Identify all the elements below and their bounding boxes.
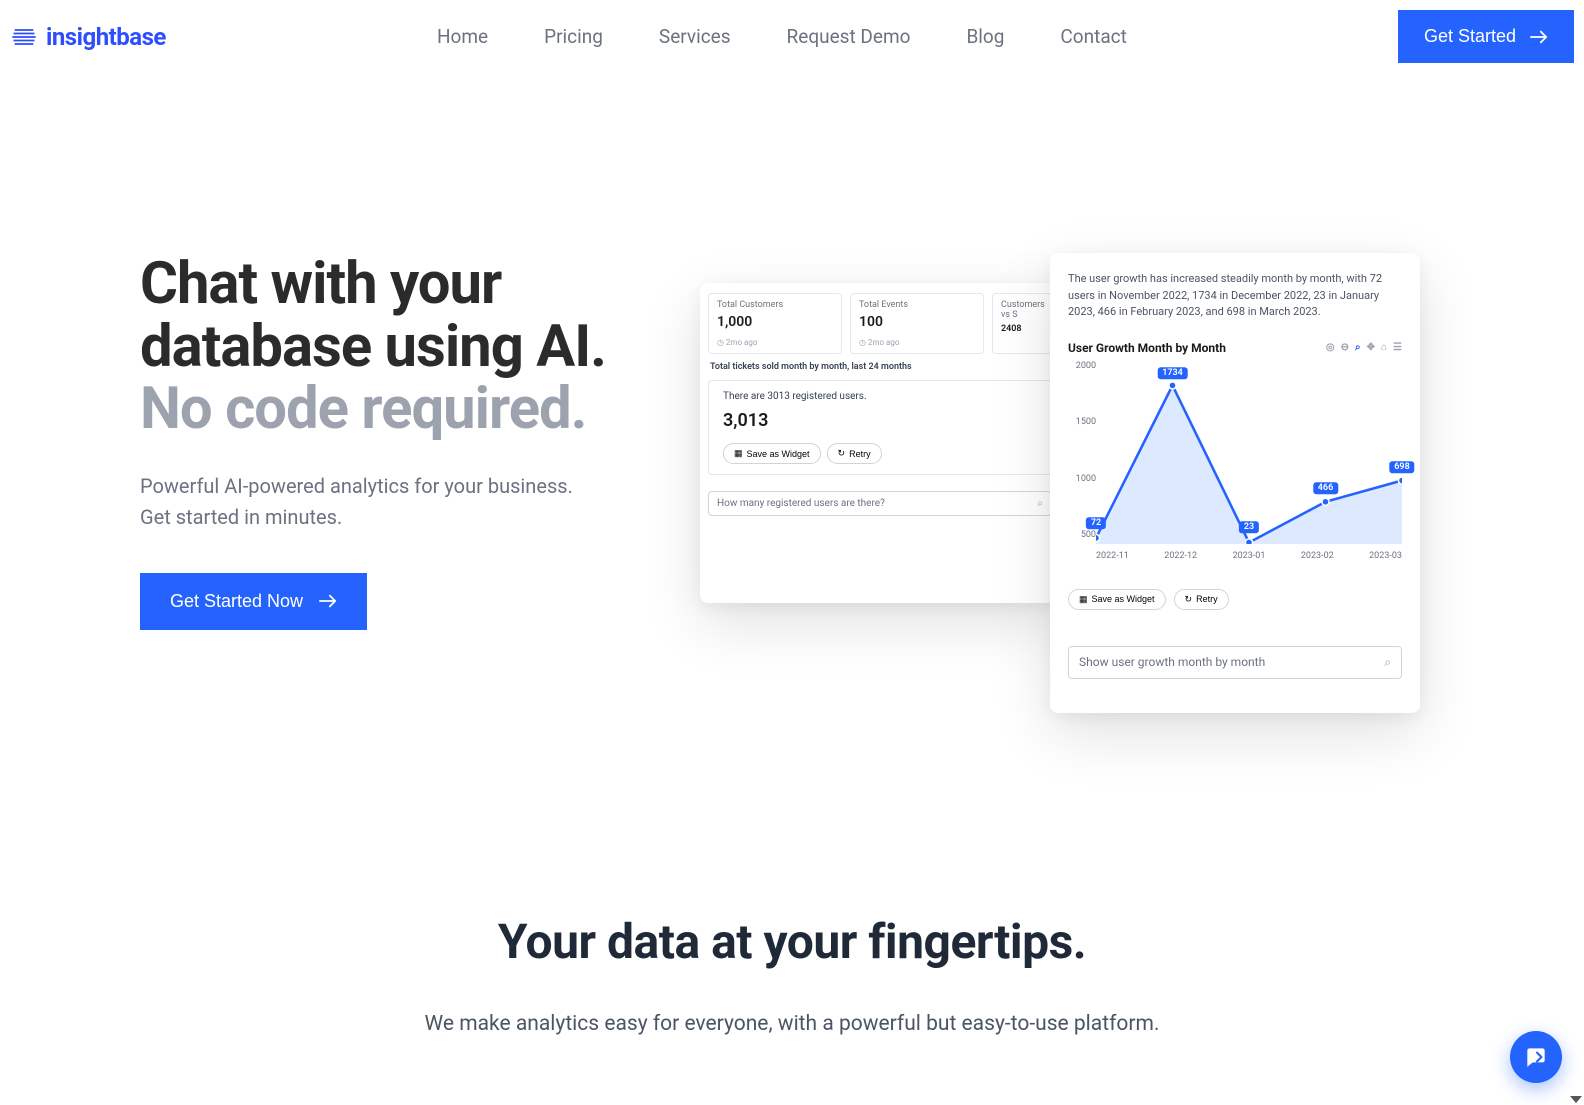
stat-card-customers: Total Customers 1,000 ◷ 2mo ago: [708, 293, 842, 354]
nav-contact[interactable]: Contact: [1060, 25, 1126, 48]
section-subtitle: We make analytics easy for everyone, wit…: [40, 1012, 1544, 1036]
hero-btn-label: Get Started Now: [170, 591, 303, 612]
data-label: 72: [1086, 517, 1106, 529]
retry-button[interactable]: ↻ Retry: [1174, 589, 1229, 610]
nav-request-demo[interactable]: Request Demo: [787, 25, 911, 48]
retry-button[interactable]: ↻ Retry: [827, 443, 882, 464]
data-label: 698: [1389, 461, 1414, 473]
hero-subtitle: Powerful AI-powered analytics for your b…: [140, 471, 660, 533]
save-as-widget-button[interactable]: ▦ Save as Widget: [1068, 589, 1166, 610]
get-started-button[interactable]: Get Started: [1398, 10, 1574, 63]
cta-label: Get Started: [1424, 26, 1516, 47]
data-label: 466: [1313, 482, 1338, 494]
tool-icon[interactable]: ◎: [1326, 342, 1335, 353]
data-label: 1734: [1157, 368, 1188, 380]
search-icon: ⌕: [1037, 498, 1043, 509]
prompt-input[interactable]: Show user growth month by month ⌕: [1068, 646, 1402, 679]
save-as-widget-button[interactable]: ▦ Save as Widget: [723, 443, 821, 464]
zoom-icon[interactable]: ⌕: [1355, 342, 1361, 353]
chart-title: User Growth Month by Month: [1068, 341, 1226, 355]
get-started-now-button[interactable]: Get Started Now: [140, 573, 367, 630]
arrow-right-icon: [319, 594, 337, 608]
menu-icon[interactable]: ☰: [1393, 342, 1402, 353]
nav-blog[interactable]: Blog: [966, 25, 1004, 48]
section-heading: Your data at your fingertips.: [40, 913, 1544, 970]
retry-icon: ↻: [1185, 594, 1193, 605]
nav-home[interactable]: Home: [437, 25, 488, 48]
widget-icon: ▦: [734, 448, 743, 459]
answer-card: There are 3013 registered users. 3,013 ▦…: [708, 380, 1052, 475]
logo-icon: [10, 23, 38, 51]
hero-line-1: Chat with your database using AI.: [140, 253, 660, 378]
home-icon[interactable]: ⌂: [1381, 342, 1387, 353]
mockup-area: Total Customers 1,000 ◷ 2mo ago Total Ev…: [700, 253, 1444, 713]
data-label: 23: [1239, 522, 1259, 534]
brand-name: insightbase: [46, 23, 166, 51]
scroll-down-indicator: [1570, 1096, 1582, 1103]
retry-icon: ↻: [838, 448, 846, 459]
nav-services[interactable]: Services: [659, 25, 731, 48]
hero-heading: Chat with your database using AI. No cod…: [140, 253, 660, 441]
chat-fab[interactable]: [1510, 1031, 1562, 1083]
arrow-right-icon: [1530, 30, 1548, 44]
tool-icon[interactable]: ✥: [1367, 342, 1375, 353]
mockup-chart-panel: The user growth has increased steadily m…: [1050, 253, 1420, 713]
stat-card-customers-vs: Customers vs S 2408: [992, 293, 1052, 354]
user-growth-chart: 200015001000500 2022-112022-122023-01202…: [1068, 361, 1402, 561]
chart-description: The user growth has increased steadily m…: [1068, 271, 1402, 321]
widget-icon: ▦: [1079, 594, 1088, 605]
tool-icon[interactable]: ⊖: [1341, 342, 1349, 353]
chat-icon: [1523, 1044, 1549, 1070]
hero-line-2: No code required.: [140, 378, 660, 441]
mockup-dashboard-panel: Total Customers 1,000 ◷ 2mo ago Total Ev…: [700, 283, 1060, 603]
main-nav: Home Pricing Services Request Demo Blog …: [437, 25, 1127, 48]
prompt-input[interactable]: How many registered users are there? ⌕: [708, 491, 1052, 516]
stat-card-events: Total Events 100 ◷ 2mo ago: [850, 293, 984, 354]
chart-toolbar: ◎ ⊖ ⌕ ✥ ⌂ ☰: [1326, 342, 1402, 353]
search-icon: ⌕: [1384, 655, 1391, 670]
mini-chart-title: Total tickets sold month by month, last …: [710, 362, 1050, 372]
nav-pricing[interactable]: Pricing: [544, 25, 603, 48]
brand-logo[interactable]: insightbase: [10, 23, 166, 51]
